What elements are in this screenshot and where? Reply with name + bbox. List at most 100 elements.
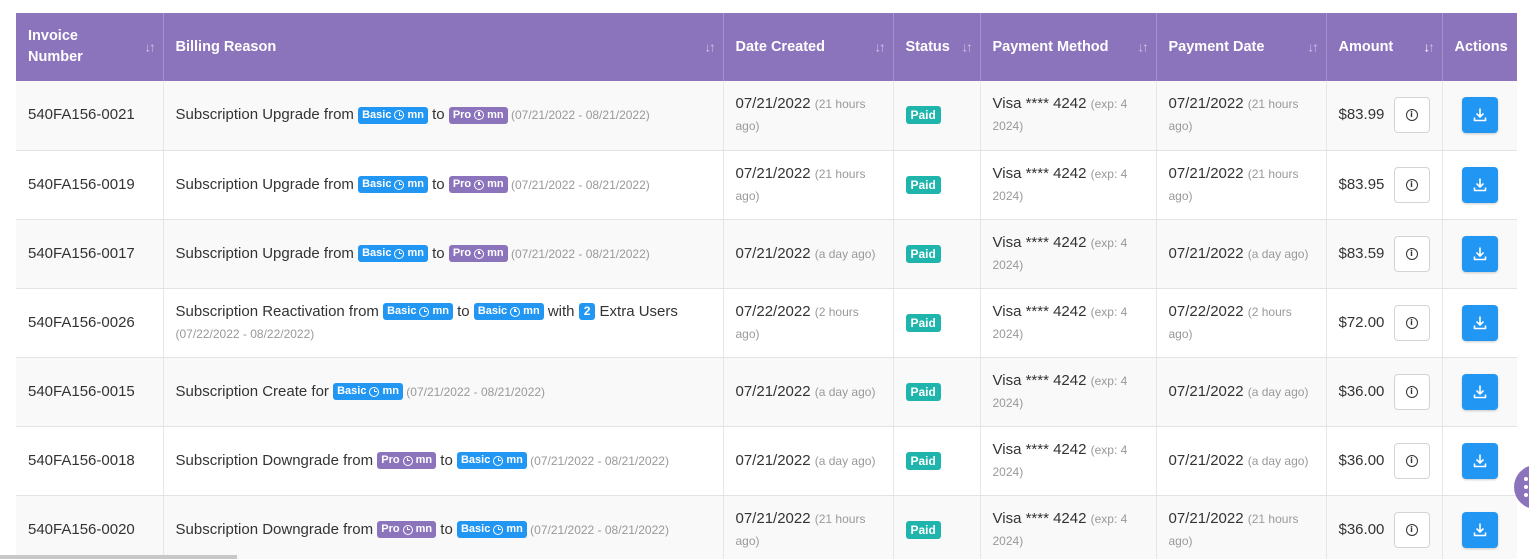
payment-date-relative: (a day ago) bbox=[1247, 246, 1309, 261]
info-button[interactable]: i bbox=[1393, 235, 1430, 272]
payment-method: Visa **** 4242 bbox=[992, 302, 1087, 320]
plan-badge-basic: Basic mn bbox=[383, 303, 453, 321]
table-row: 540FA156-0020 Subscription Downgrade from… bbox=[16, 495, 1517, 559]
column-label: Date Created bbox=[735, 38, 825, 55]
column-header-amount[interactable]: Amount ↓↑ bbox=[1326, 13, 1443, 81]
amount-value: $36.00 bbox=[1338, 520, 1385, 538]
payment-method-cell: Visa **** 4242 (exp: 4 2024) bbox=[980, 426, 1157, 496]
payment-date-relative: (a day ago) bbox=[1247, 453, 1309, 468]
date-created: 07/21/2022 bbox=[735, 244, 811, 262]
horizontal-scrollbar[interactable] bbox=[0, 555, 237, 559]
billing-period: (07/21/2022 - 08/21/2022) bbox=[526, 453, 669, 468]
plan-interval: mn bbox=[506, 523, 523, 536]
reason-text: to bbox=[427, 106, 449, 124]
plan-interval: mn bbox=[487, 178, 504, 191]
reason-text: to bbox=[436, 520, 457, 538]
payment-method: Visa **** 4242 bbox=[992, 164, 1087, 182]
date-created: 07/21/2022 bbox=[735, 164, 811, 182]
date-created-relative: (a day ago) bbox=[814, 384, 876, 399]
plan-badge-basic: Basic mn bbox=[456, 452, 527, 470]
column-header-status[interactable]: Status ↓↑ bbox=[893, 13, 981, 81]
column-header-created[interactable]: Date Created ↓↑ bbox=[723, 13, 894, 81]
invoice-number: 540FA156-0017 bbox=[28, 244, 135, 262]
date-created-cell: 07/21/2022 (21 hours ago) bbox=[723, 150, 894, 220]
payment-date: 07/21/2022 bbox=[1168, 382, 1244, 400]
table-row: 540FA156-0026 Subscription Reactivation f… bbox=[16, 288, 1517, 358]
plan-name: Basic bbox=[337, 385, 367, 398]
column-header-method[interactable]: Payment Method ↓↑ bbox=[980, 13, 1157, 81]
sort-icon[interactable]: ↓↑ bbox=[145, 40, 156, 55]
sort-icon[interactable]: ↓↑ bbox=[1138, 40, 1149, 55]
column-header-paydate[interactable]: Payment Date ↓↑ bbox=[1156, 13, 1327, 81]
info-icon: i bbox=[1405, 178, 1418, 191]
date-created-cell: 07/21/2022 (21 hours ago) bbox=[723, 81, 894, 151]
plan-name: Pro bbox=[452, 108, 472, 121]
download-invoice-button[interactable] bbox=[1461, 235, 1498, 272]
sort-icon[interactable]: ↓↑ bbox=[705, 40, 716, 55]
download-invoice-button[interactable] bbox=[1461, 442, 1498, 479]
plan-name: Pro bbox=[452, 247, 472, 260]
invoices-table-container: Invoice Number ↓↑ Billing Reason ↓↑ Date Cre… bbox=[16, 13, 1517, 559]
status-badge: Paid bbox=[905, 106, 941, 125]
reason-text: Subscription Downgrade from bbox=[175, 520, 378, 538]
date-created: 07/21/2022 bbox=[735, 509, 811, 527]
more-vertical-icon bbox=[1524, 477, 1528, 497]
payment-method: Visa **** 4242 bbox=[992, 233, 1087, 251]
plan-interval: mn bbox=[506, 454, 523, 467]
column-header-reason[interactable]: Billing Reason ↓↑ bbox=[163, 13, 724, 81]
actions-cell bbox=[1442, 288, 1517, 358]
info-button[interactable]: i bbox=[1393, 511, 1430, 548]
download-invoice-button[interactable] bbox=[1461, 511, 1498, 548]
invoice-number: 540FA156-0021 bbox=[28, 106, 135, 124]
sort-icon[interactable]: ↓↑ bbox=[1308, 40, 1319, 55]
reason-text: Extra Users bbox=[595, 302, 678, 320]
invoice-number-cell: 540FA156-0019 bbox=[16, 150, 164, 220]
actions-cell bbox=[1442, 219, 1517, 289]
plan-name: Basic bbox=[477, 305, 508, 318]
info-button[interactable]: i bbox=[1393, 373, 1430, 410]
billing-reason-cell: Subscription Downgrade from Pro mn to Bas… bbox=[163, 426, 724, 496]
plan-name: Basic bbox=[460, 454, 491, 467]
clock-icon bbox=[394, 248, 405, 259]
invoice-number: 540FA156-0015 bbox=[28, 382, 135, 400]
info-button[interactable]: i bbox=[1393, 97, 1430, 134]
invoice-number: 540FA156-0018 bbox=[28, 451, 135, 469]
download-icon bbox=[1473, 522, 1487, 536]
info-button[interactable]: i bbox=[1393, 442, 1430, 479]
plan-interval: mn bbox=[407, 108, 424, 121]
info-button[interactable]: i bbox=[1393, 304, 1430, 341]
plan-interval: mn bbox=[432, 305, 449, 318]
clock-icon bbox=[474, 179, 485, 190]
download-invoice-button[interactable] bbox=[1461, 97, 1498, 134]
column-label: Amount bbox=[1338, 38, 1394, 55]
download-invoice-button[interactable] bbox=[1461, 373, 1498, 410]
plan-badge-basic: Basic mn bbox=[333, 383, 403, 401]
payment-date-cell: 07/21/2022 (21 hours ago) bbox=[1156, 150, 1327, 220]
sort-icon[interactable]: ↓↑ bbox=[875, 40, 886, 55]
download-invoice-button[interactable] bbox=[1461, 166, 1498, 203]
payment-method-cell: Visa **** 4242 (exp: 4 2024) bbox=[980, 219, 1157, 289]
plan-name: Basic bbox=[362, 178, 392, 191]
plan-badge-pro: Pro mn bbox=[377, 452, 437, 470]
column-label: Status bbox=[905, 38, 950, 55]
billing-reason-cell: Subscription Downgrade from Pro mn to Bas… bbox=[163, 495, 724, 559]
payment-method: Visa **** 4242 bbox=[992, 440, 1087, 458]
date-created: 07/21/2022 bbox=[735, 382, 811, 400]
sort-icon[interactable]: ↓↑ bbox=[962, 40, 973, 55]
download-invoice-button[interactable] bbox=[1461, 304, 1498, 341]
status-badge: Paid bbox=[905, 244, 941, 263]
reason-text: Subscription Upgrade from bbox=[175, 106, 359, 124]
payment-date: 07/21/2022 bbox=[1168, 451, 1244, 469]
column-label: Actions bbox=[1454, 38, 1508, 55]
sort-desc-icon[interactable]: ↓↑ bbox=[1424, 40, 1435, 55]
payment-method: Visa **** 4242 bbox=[992, 371, 1087, 389]
plan-badge-basic: Basic mn bbox=[358, 245, 428, 263]
header-row: Invoice Number ↓↑ Billing Reason ↓↑ Date Cre… bbox=[16, 13, 1517, 81]
plan-name: Basic bbox=[387, 305, 417, 318]
extra-users-count-badge: 2 bbox=[578, 303, 596, 321]
status-badge: Paid bbox=[905, 382, 941, 401]
clock-icon bbox=[474, 248, 485, 259]
status-badge: Paid bbox=[905, 520, 941, 539]
column-header-invoice[interactable]: Invoice Number ↓↑ bbox=[16, 13, 164, 81]
info-button[interactable]: i bbox=[1393, 166, 1430, 203]
